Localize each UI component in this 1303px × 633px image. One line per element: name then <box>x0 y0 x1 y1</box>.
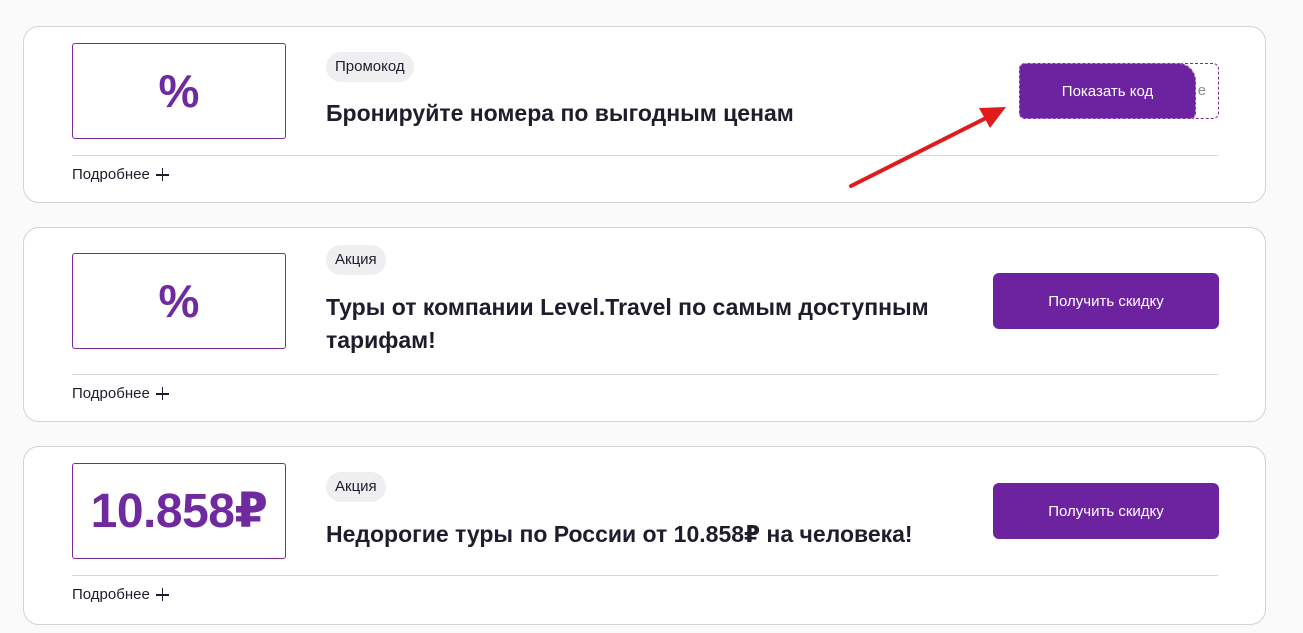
discount-value-box: 10.858₽ <box>72 463 286 559</box>
details-toggle[interactable]: Подробнее <box>72 166 169 183</box>
get-discount-button[interactable]: Получить скидку <box>993 273 1219 329</box>
details-label: Подробнее <box>72 586 150 603</box>
offer-card: % Промокод Бронируйте номера по выгодным… <box>23 26 1266 203</box>
details-label: Подробнее <box>72 166 150 183</box>
plus-icon <box>155 168 169 181</box>
card-divider <box>72 155 1218 156</box>
offer-title: Туры от компании Level.Travel по самым д… <box>326 294 929 353</box>
offer-card: % Акция Туры от компании Level.Travel по… <box>23 227 1266 422</box>
get-discount-button[interactable]: Получить скидку <box>993 483 1219 539</box>
offer-title: Бронируйте номера по выгодным ценам <box>326 100 794 126</box>
plus-icon <box>155 588 169 601</box>
show-code-button[interactable]: Показать код <box>1019 63 1196 119</box>
card-divider <box>72 575 1218 576</box>
promo-code-field[interactable]: е Показать код <box>1019 63 1219 119</box>
promo-code-peek: е <box>1197 82 1206 99</box>
offer-type-badge: Акция <box>326 472 386 502</box>
discount-value: % <box>158 275 200 327</box>
offer-type-badge: Акция <box>326 245 386 275</box>
offer-type-badge: Промокод <box>326 52 414 82</box>
details-toggle[interactable]: Подробнее <box>72 385 169 402</box>
discount-value-box: % <box>72 43 286 139</box>
discount-value-box: % <box>72 253 286 349</box>
details-toggle[interactable]: Подробнее <box>72 586 169 603</box>
discount-value: % <box>158 65 200 117</box>
offer-card: 10.858₽ Акция Недорогие туры по России о… <box>23 446 1266 625</box>
offer-title: Недорогие туры по России от 10.858₽ на ч… <box>326 521 913 547</box>
card-divider <box>72 374 1218 375</box>
plus-icon <box>155 387 169 400</box>
details-label: Подробнее <box>72 385 150 402</box>
discount-value: 10.858₽ <box>90 485 268 538</box>
